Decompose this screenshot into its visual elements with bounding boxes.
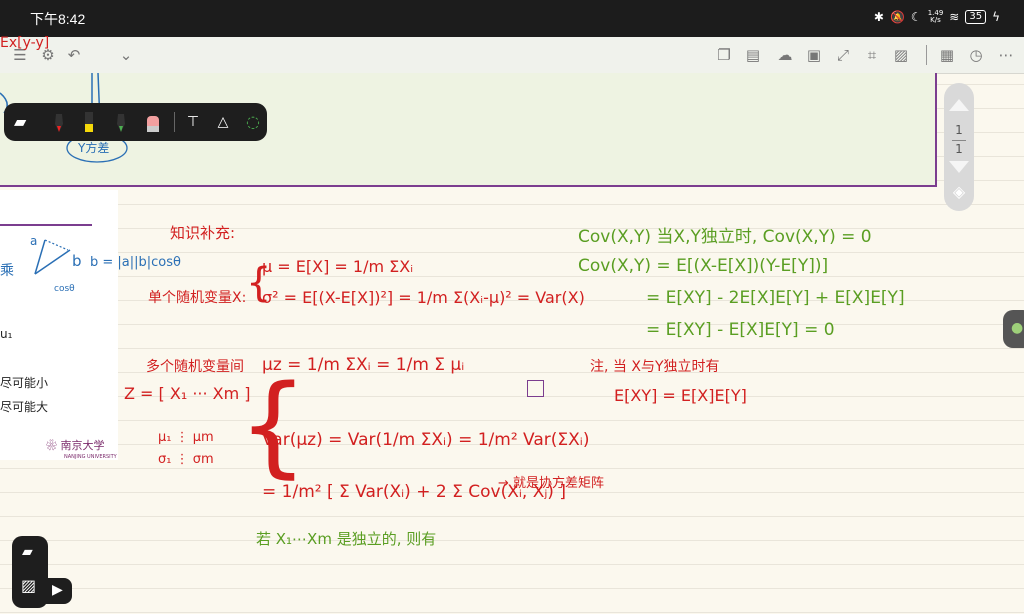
charging-icon: ϟ	[992, 10, 1000, 24]
list-icon[interactable]: ▤	[743, 45, 763, 65]
label-b: b	[72, 252, 82, 270]
university-logo: ❀ 南京大学	[46, 439, 105, 452]
cov-matrix-note: → 就是协方差矩阵	[498, 476, 605, 491]
status-time: 下午8:42	[30, 11, 86, 27]
independence-note: 注, 当 X与Y独立时有	[590, 359, 720, 375]
cov-line-3: = E[XY] - E[X]E[Y] = 0	[646, 320, 835, 340]
drawer-dots-icon: ●	[1011, 320, 1024, 336]
text-large: 尽可能大	[0, 400, 49, 414]
image-icon[interactable]: ▨	[891, 45, 911, 65]
page-separator	[952, 140, 966, 141]
copy-icon[interactable]: ❐	[714, 45, 734, 65]
app-toolbar: ☰ ⚙ ↶ ⌄ ❐ ▤ ☁ ▣ ⤢ ⌗ ▨ ▦ ◷ ⋯	[0, 37, 1024, 74]
mu-equation: μ = E[X] = 1/m ΣXᵢ	[262, 257, 414, 276]
slide-thumbnail[interactable]: a b b = |a||b|cosθ 乘 cosθ u₁ 尽可能小 尽可能大 ❀…	[0, 190, 181, 460]
sigma-equation: σ² = E[(X-E[X])²] = 1/m Σ(Xᵢ-μ)² = Var(X…	[262, 288, 585, 307]
note-title: 知识补充:	[170, 224, 236, 242]
cov-line-2: = E[XY] - 2E[X]E[Y] + E[X]E[Y]	[646, 288, 905, 308]
lasso-icon[interactable]: ◌	[242, 110, 264, 134]
mu-column: μ₁ ⋮ μm	[158, 430, 214, 445]
page-scroller[interactable]: 1 1 ◈	[944, 83, 974, 211]
expand-arrow[interactable]: ▶	[46, 578, 72, 604]
card-icon[interactable]: ▰	[22, 544, 33, 560]
play-arrow-icon: ▶	[52, 582, 63, 598]
battery-level: 35	[965, 10, 987, 24]
history-icon[interactable]: ◷	[966, 45, 986, 65]
wifi-icon: ≋	[949, 10, 960, 24]
notes-icon[interactable]: ▦	[937, 45, 957, 65]
logo-seal-icon: ❀	[46, 439, 57, 452]
cov-independence: Cov(X,Y) 当X,Y独立时, Cov(X,Y) = 0	[578, 227, 872, 247]
bottom-tool-panel: ▰ ▨	[12, 536, 48, 608]
z-definition: Z = [ X₁ ··· Xm ]	[124, 384, 251, 403]
label-cos: cosθ	[54, 284, 75, 294]
note-single-var: 单个随机变量X:	[148, 290, 247, 306]
mu-z-equation: μz = 1/m ΣXᵢ = 1/m Σ μᵢ	[262, 355, 465, 375]
selection-box[interactable]	[527, 380, 544, 397]
layers-icon[interactable]: ◈	[950, 183, 968, 201]
side-drawer-handle[interactable]: ●	[1003, 310, 1024, 348]
pen-toolbar-divider	[174, 112, 175, 132]
partial-char: 乘	[0, 263, 14, 279]
bluetooth-icon: ✱	[873, 10, 884, 24]
exy-equation: E[XY] = E[X]E[Y]	[614, 386, 747, 405]
page-total: 1	[955, 142, 963, 156]
chevron-down-icon[interactable]: ⌄	[116, 45, 136, 65]
eraser-icon[interactable]	[142, 110, 164, 134]
pen-green-icon[interactable]	[110, 110, 132, 134]
eraser-card-icon[interactable]: ▰	[14, 110, 36, 134]
text-small: 尽可能小	[0, 376, 49, 390]
text-tool-icon[interactable]: ⊤	[182, 110, 204, 134]
crop-icon[interactable]: ⌗	[862, 45, 882, 65]
page-current: 1	[955, 123, 963, 137]
highlighter-yellow-icon[interactable]	[78, 110, 100, 134]
mute-icon: 🔕	[889, 10, 905, 24]
pen-toolbar: ▰ ⊤ △ ◌	[4, 103, 267, 141]
mu-label: u₁	[0, 327, 13, 341]
logo-subtitle: NANJING UNIVERSITY	[64, 454, 117, 460]
cloud-icon[interactable]: ☁	[775, 45, 795, 65]
more-icon[interactable]: ⋯	[996, 45, 1016, 65]
var-z-equation: Var(μz) = Var(1/m ΣXᵢ) = 1/m² Var(ΣXᵢ)	[262, 430, 590, 450]
toolbar-divider	[926, 45, 927, 65]
undo-icon[interactable]: ↶	[64, 45, 84, 65]
save-icon[interactable]: ▣	[804, 45, 824, 65]
handwriting-partial: Ex[y-y]	[0, 35, 50, 51]
label-a: a	[30, 234, 38, 248]
gallery-icon[interactable]: ▨	[21, 576, 36, 595]
note-multi-var: 多个随机变量间	[146, 359, 244, 375]
sigma-column: σ₁ ⋮ σm	[158, 452, 214, 467]
dot-product-formula: b = |a||b|cosθ	[90, 255, 181, 270]
status-bar: 下午8:42 ✱ 🔕 ☾ 1.49 K/s ≋ 35 ϟ	[0, 0, 1024, 37]
pen-red-icon[interactable]	[48, 110, 70, 134]
page-up-icon[interactable]	[949, 99, 969, 111]
sketch-label: Y方差	[78, 141, 110, 155]
page-down-icon[interactable]	[949, 161, 969, 173]
moon-icon: ☾	[910, 10, 922, 24]
net-rate: 1.49 K/s	[927, 9, 944, 24]
status-icons: ✱ 🔕 ☾ 1.49 K/s ≋ 35 ϟ	[874, 10, 1000, 24]
divider	[0, 224, 92, 226]
independence-statement: 若 X₁⋯Xm 是独立的, 则有	[256, 530, 437, 548]
expand-icon[interactable]: ⤢	[833, 45, 853, 65]
shapes-icon[interactable]: △	[212, 110, 234, 134]
cov-line-1: Cov(X,Y) = E[(X-E[X])(Y-E[Y])]	[578, 256, 829, 276]
